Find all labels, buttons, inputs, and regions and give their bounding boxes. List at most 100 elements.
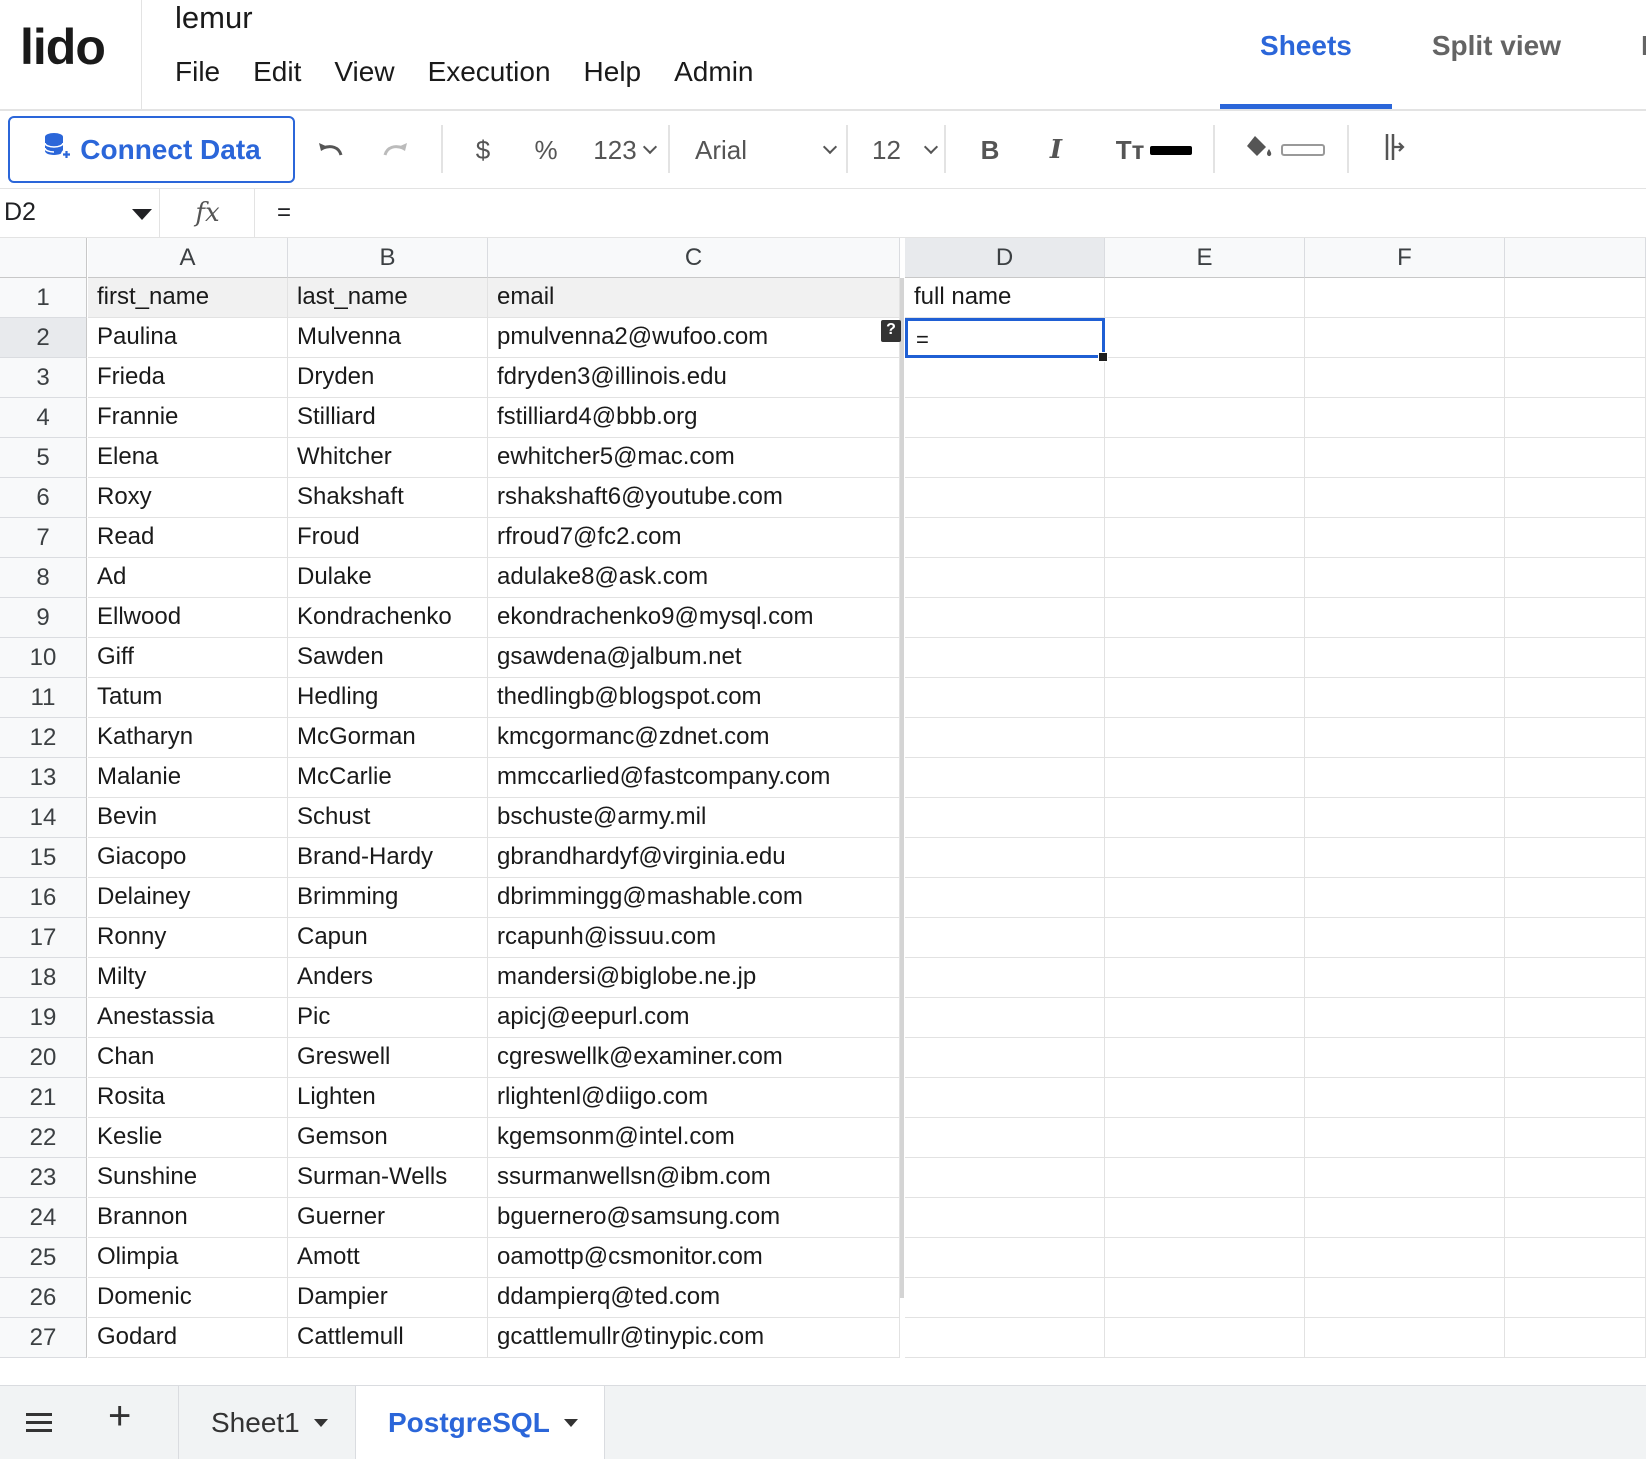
data-cell[interactable]: ewhitcher5@mac.com (488, 438, 900, 478)
data-cell[interactable]: Domenic (88, 1278, 288, 1318)
empty-cell[interactable] (1505, 1078, 1646, 1118)
data-cell[interactable]: Read (88, 518, 288, 558)
text-color-button[interactable]: Tт (1106, 111, 1202, 189)
empty-cell[interactable] (905, 678, 1105, 718)
column-header-g[interactable] (1505, 238, 1646, 278)
empty-cell[interactable] (1305, 1318, 1505, 1358)
data-cell[interactable]: bschuste@army.mil (488, 798, 900, 838)
header-cell[interactable]: full name (905, 278, 1105, 318)
empty-cell[interactable] (1105, 878, 1305, 918)
document-title[interactable]: lemur (175, 0, 253, 36)
data-cell[interactable]: rshakshaft6@youtube.com (488, 478, 900, 518)
menu-view[interactable]: View (334, 56, 394, 88)
empty-cell[interactable] (1105, 958, 1305, 998)
empty-cell[interactable] (1105, 1038, 1305, 1078)
formula-input[interactable] (256, 189, 1646, 237)
data-cell[interactable]: Brannon (88, 1198, 288, 1238)
data-cell[interactable]: Brimming (288, 878, 488, 918)
data-cell[interactable]: Anders (288, 958, 488, 998)
empty-cell[interactable] (1505, 478, 1646, 518)
empty-cell[interactable] (1305, 878, 1505, 918)
name-box[interactable]: D2 (0, 189, 160, 237)
data-cell[interactable]: Bevin (88, 798, 288, 838)
data-cell[interactable]: Frieda (88, 358, 288, 398)
italic-button[interactable]: I (1036, 111, 1076, 189)
header-cell[interactable]: email (488, 278, 900, 318)
menu-edit[interactable]: Edit (253, 56, 301, 88)
font-family-dropdown[interactable]: Arial (695, 111, 838, 189)
data-cell[interactable]: oamottp@csmonitor.com (488, 1238, 900, 1278)
tab-data[interactable]: Da (1601, 0, 1646, 109)
data-cell[interactable]: Keslie (88, 1118, 288, 1158)
empty-cell[interactable] (905, 1238, 1105, 1278)
empty-cell[interactable] (905, 958, 1105, 998)
data-cell[interactable]: kmcgormanc@zdnet.com (488, 718, 900, 758)
empty-cell[interactable] (1505, 398, 1646, 438)
row-header[interactable]: 7 (0, 518, 87, 558)
row-header[interactable]: 21 (0, 1078, 87, 1118)
fill-handle[interactable] (1098, 352, 1108, 362)
data-cell[interactable]: Whitcher (288, 438, 488, 478)
empty-cell[interactable] (1505, 358, 1646, 398)
tab-sheets[interactable]: Sheets (1220, 0, 1392, 109)
empty-cell[interactable] (1505, 878, 1646, 918)
empty-cell[interactable] (1505, 958, 1646, 998)
row-header[interactable]: 27 (0, 1318, 87, 1358)
empty-cell[interactable] (905, 1078, 1105, 1118)
row-header[interactable]: 14 (0, 798, 87, 838)
menu-execution[interactable]: Execution (428, 56, 551, 88)
currency-format-button[interactable]: $ (463, 111, 503, 189)
lido-logo[interactable]: lido (20, 18, 106, 76)
empty-cell[interactable] (1305, 838, 1505, 878)
spreadsheet-grid[interactable]: ABCDEF 1 2 3 4 5 6 7 8 9 10 11 12 13 14 15 16 17 18 19 20 21… (0, 238, 1646, 1358)
row-header[interactable]: 11 (0, 678, 87, 718)
empty-cell[interactable] (905, 518, 1105, 558)
fill-color-button[interactable] (1240, 111, 1330, 189)
empty-cell[interactable] (1305, 1038, 1505, 1078)
menu-help[interactable]: Help (584, 56, 642, 88)
data-cell[interactable]: Rosita (88, 1078, 288, 1118)
row-header[interactable]: 20 (0, 1038, 87, 1078)
data-cell[interactable]: mmccarlied@fastcompany.com (488, 758, 900, 798)
empty-cell[interactable] (1305, 438, 1505, 478)
data-cell[interactable]: Milty (88, 958, 288, 998)
empty-cell[interactable] (1305, 398, 1505, 438)
bold-button[interactable]: B (970, 111, 1010, 189)
row-header[interactable]: 17 (0, 918, 87, 958)
data-cell[interactable]: Schust (288, 798, 488, 838)
empty-cell[interactable] (905, 998, 1105, 1038)
data-cell[interactable]: Chan (88, 1038, 288, 1078)
data-cell[interactable]: ekondrachenko9@mysql.com (488, 598, 900, 638)
row-header[interactable]: 22 (0, 1118, 87, 1158)
data-cell[interactable]: Malanie (88, 758, 288, 798)
empty-cell[interactable] (1305, 798, 1505, 838)
data-cell[interactable]: Dulake (288, 558, 488, 598)
data-cell[interactable]: Lighten (288, 1078, 488, 1118)
data-cell[interactable]: rlightenl@diigo.com (488, 1078, 900, 1118)
data-cell[interactable]: rcapunh@issuu.com (488, 918, 900, 958)
empty-cell[interactable] (1105, 678, 1305, 718)
tab-split-view[interactable]: Split view (1392, 0, 1601, 109)
empty-cell[interactable] (1305, 1078, 1505, 1118)
menu-file[interactable]: File (175, 56, 220, 88)
data-cell[interactable]: apicj@eepurl.com (488, 998, 900, 1038)
empty-cell[interactable] (905, 1318, 1105, 1358)
empty-cell[interactable] (1105, 798, 1305, 838)
empty-cell[interactable] (1505, 278, 1646, 318)
empty-cell[interactable] (1105, 1158, 1305, 1198)
sheet-tab-postgresql[interactable]: PostgreSQL (355, 1386, 605, 1459)
row-header[interactable]: 24 (0, 1198, 87, 1238)
empty-cell[interactable] (1505, 598, 1646, 638)
empty-cell[interactable] (1105, 1078, 1305, 1118)
empty-cell[interactable] (1105, 1238, 1305, 1278)
data-cell[interactable]: Paulina (88, 318, 288, 358)
empty-cell[interactable] (1105, 998, 1305, 1038)
header-cell[interactable]: first_name (88, 278, 288, 318)
empty-cell[interactable] (1305, 358, 1505, 398)
empty-cell[interactable] (1105, 598, 1305, 638)
font-size-dropdown[interactable]: 12 (872, 111, 939, 189)
empty-cell[interactable] (1505, 318, 1646, 358)
empty-cell[interactable] (1305, 1198, 1505, 1238)
help-icon[interactable]: ? (881, 320, 901, 342)
undo-button[interactable] (308, 111, 352, 189)
